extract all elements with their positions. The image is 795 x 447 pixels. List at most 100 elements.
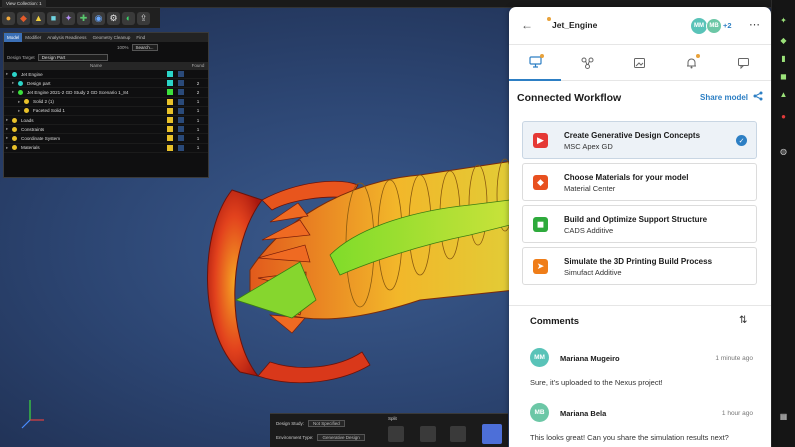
tree-row[interactable]: ▸ Loads 1 [4, 116, 208, 126]
workflow-step-card[interactable]: ◼ Build and Optimize Support Structure CAD… [522, 205, 757, 243]
rail-filter-icon[interactable]: ▦ [777, 410, 790, 423]
avatar[interactable]: MM [530, 348, 549, 367]
workflow-step-card[interactable]: ◆ Choose Materials for your model Material… [522, 163, 757, 201]
visibility-toggle-icon[interactable] [178, 126, 184, 133]
tree-row[interactable]: ▸ Faceted Solid 11 [4, 107, 208, 116]
color-swatch-icon[interactable] [167, 80, 173, 87]
tree-row[interactable]: ▸ Materials 1 [4, 144, 208, 153]
more-collaborators-count[interactable]: +2 [723, 21, 732, 30]
found-count: 2 [196, 80, 200, 86]
mesh-icon[interactable]: ▲ [32, 11, 45, 25]
material-icon[interactable]: ■ [47, 11, 60, 25]
sort-icon[interactable]: ⇅ [739, 315, 747, 326]
tree-row-label: Faceted Solid 1 [33, 108, 65, 114]
tab-files[interactable] [613, 45, 665, 81]
color-swatch-icon[interactable] [167, 107, 173, 114]
color-swatch-icon[interactable] [167, 98, 173, 105]
tree-row-label: Jet Engine 2021-2 GD Study 2 GD Scenario… [27, 89, 129, 95]
visibility-toggle-icon[interactable] [178, 71, 184, 78]
tree-row[interactable]: ▸ Coordinate System 1 [4, 134, 208, 144]
tab-modifier[interactable]: Modifier [22, 33, 44, 42]
workflow-step-app: MSC Apex GD [564, 142, 613, 151]
color-swatch-icon[interactable] [167, 135, 173, 142]
visibility-toggle-icon[interactable] [178, 144, 184, 151]
share-model-link[interactable]: Share model [700, 93, 748, 102]
tree-row-label: Constraints [21, 126, 45, 132]
tree-row[interactable]: ▸ Solid 2 (1) 1 [4, 98, 208, 107]
tab-workflow[interactable] [509, 45, 561, 81]
color-swatch-icon[interactable] [167, 117, 173, 124]
tree-row[interactable]: ▸ Jet Engine 2021-2 GD Study 2 GD Scenari… [4, 88, 208, 98]
comment-author[interactable]: Mariana Mugeiro [560, 354, 620, 363]
section-divider [509, 305, 771, 306]
workflow-step-card[interactable]: ➤ Simulate the 3D Printing Build Process S… [522, 247, 757, 285]
visibility-toggle-icon[interactable] [178, 107, 184, 114]
workflow-title: Connected Workflow [517, 92, 622, 104]
tree-row[interactable]: ▸ Constraints 1 [4, 125, 208, 135]
run-tool-icon[interactable] [420, 426, 436, 442]
design-target-select[interactable]: Design Part [37, 53, 108, 61]
col-found[interactable]: Found [188, 62, 208, 70]
results-tool-icon[interactable] [482, 424, 502, 444]
rail-edge-icon[interactable]: ▮ [777, 52, 790, 65]
tab-notifications[interactable] [665, 45, 717, 81]
environment-select[interactable]: Generative Design [317, 434, 365, 441]
rail-face-icon[interactable]: ◼ [777, 70, 790, 83]
geometry-icon[interactable]: ◆ [17, 11, 30, 25]
color-swatch-icon[interactable] [167, 89, 173, 96]
col-name[interactable]: Name [4, 62, 188, 70]
visibility-toggle-icon[interactable] [178, 98, 184, 105]
avatar[interactable]: MB [706, 18, 722, 34]
back-arrow-icon[interactable]: ← [521, 18, 533, 32]
color-swatch-icon[interactable] [167, 71, 173, 78]
workflow-step-title: Build and Optimize Support Structure [564, 215, 708, 224]
color-swatch-icon[interactable] [167, 126, 173, 133]
study-icon[interactable]: ◉ [92, 11, 105, 25]
visibility-toggle-icon[interactable] [178, 135, 184, 142]
visibility-toggle-icon[interactable] [178, 89, 184, 96]
color-swatch-icon[interactable] [167, 144, 173, 151]
optimize-icon[interactable]: ⚙ [107, 11, 120, 25]
tree-rows: ▸ Jet Engine ▸ Design part 2 ▸ Jet Engine 2021… [4, 70, 208, 153]
design-study-select[interactable]: Not Specified [308, 420, 345, 427]
rail-node-icon[interactable]: ◆ [777, 34, 790, 47]
tab-geometry-cleanup[interactable]: Geometry Cleanup [90, 33, 134, 42]
environment-row: Environment Type: Generative Design [276, 434, 365, 441]
study-tool-icon[interactable] [388, 426, 404, 442]
simufact-icon: ➤ [533, 259, 548, 274]
tab-messages[interactable] [717, 45, 769, 81]
rail-select-icon[interactable]: ✦ [777, 14, 790, 27]
constraint-icon[interactable]: ✚ [77, 11, 90, 25]
tab-analysis-readiness[interactable]: Analysis Readiness [44, 33, 89, 42]
visibility-toggle-icon[interactable] [178, 80, 184, 87]
tree-header: Name Found [4, 62, 208, 70]
rail-body-icon[interactable]: ▲ [777, 88, 790, 101]
workflow-step-card[interactable]: ▶ Create Generative Design Concepts MSC Ap… [522, 121, 757, 159]
more-options-icon[interactable]: ⋯ [749, 18, 761, 31]
rail-shading-icon[interactable]: ◍ [777, 145, 790, 158]
tree-search-input[interactable]: Search... [131, 43, 158, 51]
view-collection-tab[interactable]: View Collection: 1 [2, 0, 46, 8]
comment-author[interactable]: Mariana Bela [560, 409, 606, 418]
bell-icon [686, 58, 696, 69]
avatar[interactable]: MB [530, 403, 549, 422]
tab-find[interactable]: Find [133, 33, 148, 42]
design-study-row: Design Study: Not Specified [276, 420, 345, 427]
results-icon[interactable]: ◐ [122, 11, 135, 25]
share-icon[interactable] [753, 91, 763, 101]
export-icon[interactable]: ⇪ [137, 11, 150, 25]
zoom-level[interactable]: 100% [117, 45, 129, 50]
visibility-toggle-icon[interactable] [178, 117, 184, 124]
rail-display-icon[interactable]: ● [777, 110, 790, 123]
tab-connections[interactable] [561, 45, 613, 81]
checkmark-icon: ✓ [736, 135, 747, 146]
avatar[interactable]: MM [691, 18, 707, 34]
apex-gd-icon: ▶ [533, 133, 548, 148]
workflow-step-app: Simufact Additive [564, 268, 622, 277]
tree-row[interactable]: ▸ Design part 2 [4, 79, 208, 89]
model-icon[interactable]: ● [2, 11, 15, 25]
compare-tool-icon[interactable] [450, 426, 466, 442]
tree-row[interactable]: ▸ Jet Engine [4, 70, 208, 80]
load-icon[interactable]: ✦ [62, 11, 75, 25]
tab-model[interactable]: Model [4, 33, 23, 42]
